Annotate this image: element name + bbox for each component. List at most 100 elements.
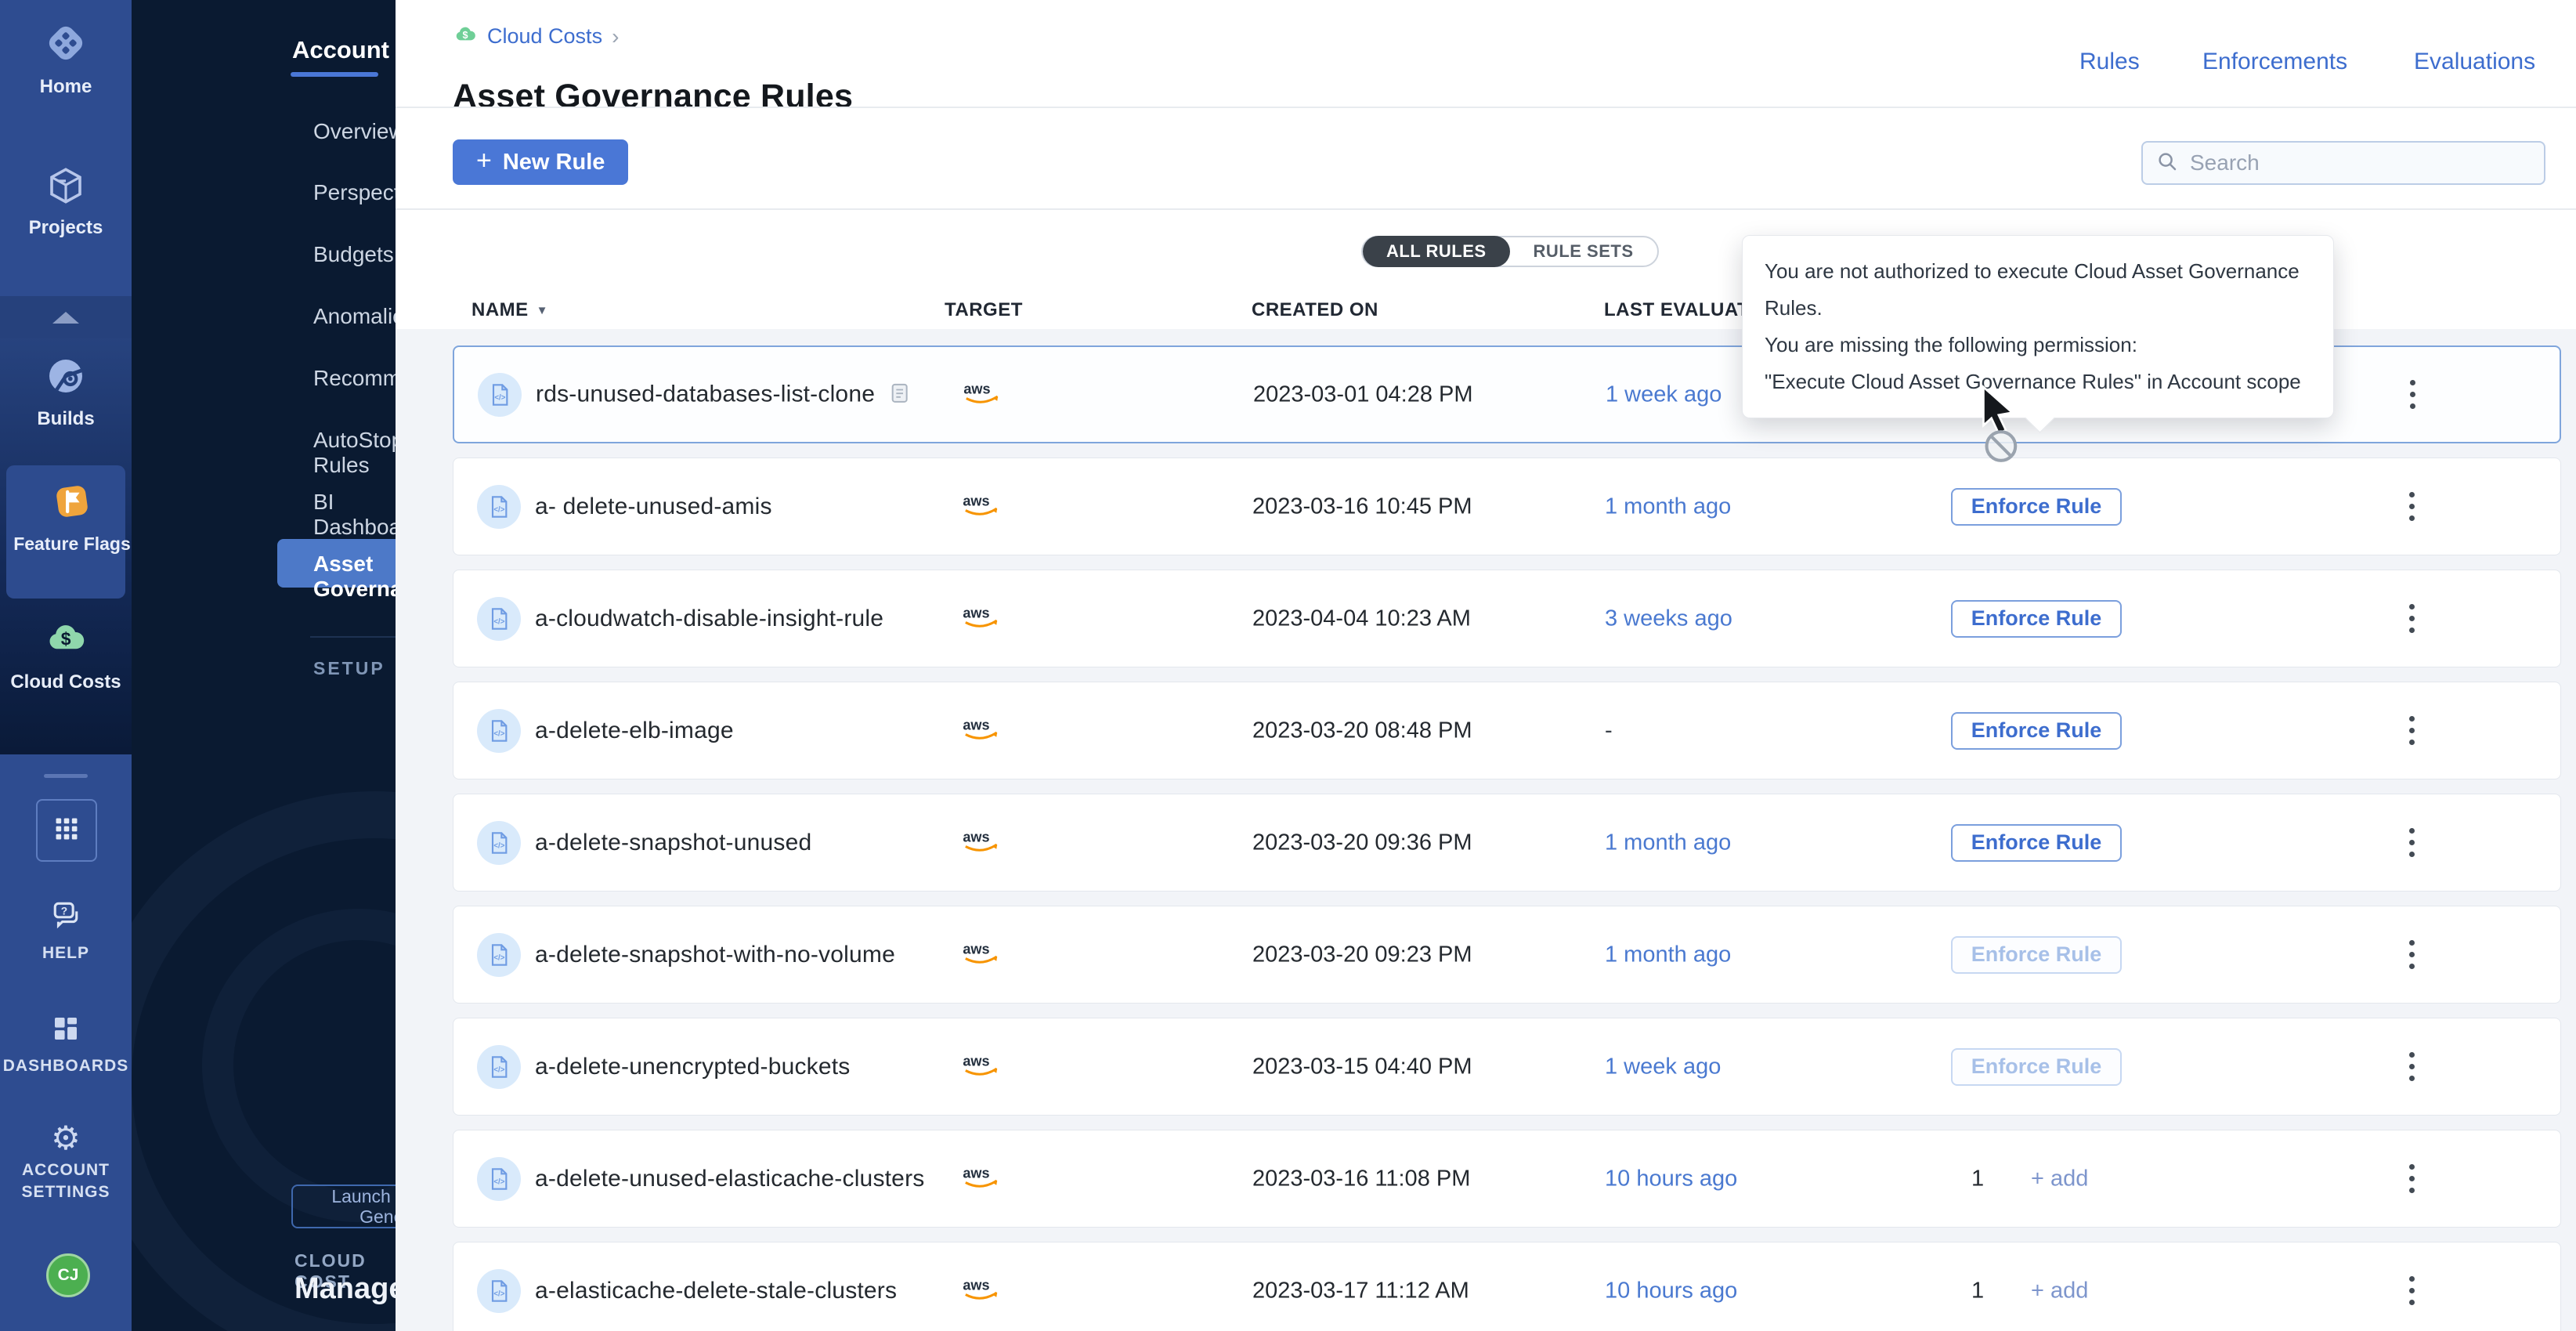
table-row[interactable]: </> a-cloudwatch-disable-insight-rule aw…: [453, 570, 2561, 667]
link-enforcements[interactable]: Enforcements: [2202, 49, 2347, 75]
kebab-menu-button[interactable]: [2394, 930, 2429, 980]
table-row[interactable]: </> a-delete-elb-image aws 2023-03-20 08…: [453, 682, 2561, 779]
copy-icon[interactable]: [887, 380, 912, 409]
search-box[interactable]: [2141, 141, 2545, 185]
created-on-cell: 2023-03-20 08:48 PM: [1252, 718, 1472, 743]
last-evaluation-cell[interactable]: 1 week ago: [1606, 382, 1722, 407]
enforcement-count[interactable]: 1: [1971, 1278, 1984, 1304]
enforce-rule-button[interactable]: Enforce Rule: [1951, 600, 2122, 638]
last-evaluation-cell[interactable]: 1 month ago: [1605, 494, 1731, 519]
aws-target-icon: aws: [961, 827, 1005, 859]
kebab-menu-button[interactable]: [2394, 1042, 2429, 1092]
rail-item-account-settings[interactable]: ⚙ ACCOUNT SETTINGS: [0, 1122, 132, 1203]
kebab-menu-button[interactable]: [2394, 706, 2429, 756]
dashboards-icon: [49, 1012, 82, 1049]
sidebar-item-bi-dashboards[interactable]: BI Dashboards: [313, 490, 396, 540]
last-evaluation-cell[interactable]: 10 hours ago: [1605, 1278, 1737, 1304]
new-rule-button[interactable]: + New Rule: [453, 139, 628, 185]
table-row[interactable]: </> a-delete-snapshot-unused aws 2023-03…: [453, 794, 2561, 892]
column-header-name[interactable]: NAME▼: [471, 299, 548, 321]
enforce-rule-button[interactable]: Enforce Rule: [1951, 936, 2122, 974]
kebab-menu-button[interactable]: [2394, 818, 2429, 868]
tooltip-line: "Execute Cloud Asset Governance Rules" i…: [1765, 363, 2311, 400]
rule-name[interactable]: a-delete-snapshot-with-no-volume: [535, 942, 895, 968]
sidebar-item-anomalies[interactable]: Anomalies: [313, 304, 396, 329]
chevron-up-icon: [52, 312, 79, 324]
rail-item-cloud-costs[interactable]: $ Cloud Costs: [0, 616, 132, 693]
feature-flags-icon: [50, 479, 94, 527]
table-row[interactable]: </> a-elasticache-delete-stale-clusters …: [453, 1242, 2561, 1331]
rule-name[interactable]: a-delete-unencrypted-buckets: [535, 1054, 851, 1080]
kebab-menu-button[interactable]: [2394, 1154, 2429, 1204]
rule-icon: </>: [477, 1045, 521, 1089]
kebab-menu-button[interactable]: [2394, 482, 2429, 532]
last-evaluation-cell[interactable]: -: [1605, 718, 1613, 743]
kebab-menu-button[interactable]: [2394, 1266, 2429, 1316]
enforce-rule-button[interactable]: Enforce Rule: [1951, 712, 2122, 750]
rail-label: ACCOUNT SETTINGS: [7, 1159, 125, 1203]
link-evaluations[interactable]: Evaluations: [2414, 49, 2535, 75]
module-grid-button[interactable]: [36, 799, 97, 862]
rail-item-dashboards[interactable]: DASHBOARDS: [0, 1012, 132, 1077]
created-on-cell: 2023-04-04 10:23 AM: [1252, 606, 1471, 631]
table-row[interactable]: </> a-delete-snapshot-with-no-volume aws…: [453, 906, 2561, 1004]
table-row[interactable]: </> a-delete-unused-elasticache-clusters…: [453, 1130, 2561, 1228]
toggle-rule-sets[interactable]: RULE SETS: [1510, 236, 1657, 267]
tab-account[interactable]: Account: [292, 36, 389, 64]
last-evaluation-cell[interactable]: 3 weeks ago: [1605, 606, 1732, 631]
created-on-cell: 2023-03-16 11:08 PM: [1252, 1166, 1470, 1192]
cloud-costs-icon: $: [43, 616, 89, 665]
enforce-rule-button[interactable]: Enforce Rule: [1951, 1048, 2122, 1086]
sidebar-item-autostopping-rules[interactable]: AutoStopping Rules: [313, 428, 396, 478]
created-on-cell: 2023-03-17 11:12 AM: [1252, 1278, 1469, 1304]
rail-label: Home: [0, 76, 132, 98]
table-row[interactable]: </> a-delete-unencrypted-buckets aws 202…: [453, 1018, 2561, 1116]
rail-label: Projects: [0, 217, 132, 239]
toggle-all-rules[interactable]: ALL RULES: [1363, 236, 1510, 267]
sidebar-item-recommendations[interactable]: Recommendations: [313, 366, 396, 391]
link-rules[interactable]: Rules: [2079, 49, 2140, 75]
last-evaluation-cell[interactable]: 1 month ago: [1605, 830, 1731, 855]
add-enforcement-link[interactable]: + add: [2031, 1278, 2088, 1304]
cloud-costs-sidenav: Account Project Overview Perspectives Bu…: [132, 0, 396, 1331]
rail-drag-handle[interactable]: [44, 774, 88, 778]
launch-ccm-first-gen-button[interactable]: Launch CCM First Generation: [291, 1185, 396, 1228]
rule-name[interactable]: a-cloudwatch-disable-insight-rule: [535, 606, 883, 632]
rail-item-feature-flags[interactable]: Feature Flags: [6, 465, 125, 599]
sidebar-item-asset-governance[interactable]: Asset Governance: [313, 552, 396, 602]
kebab-menu-button[interactable]: [2394, 594, 2429, 644]
search-input[interactable]: [2188, 150, 2531, 176]
rule-name[interactable]: a- delete-unused-amis: [535, 494, 772, 520]
enforcement-count[interactable]: 1: [1971, 1166, 1984, 1192]
sidebar-item-overview[interactable]: Overview: [313, 119, 396, 144]
svg-text:?: ?: [61, 905, 67, 917]
rail-item-help[interactable]: ? HELP: [0, 898, 132, 964]
kebab-menu-button[interactable]: [2395, 370, 2430, 420]
svg-text:</>: </>: [493, 1289, 504, 1298]
rule-name[interactable]: a-delete-elb-image: [535, 718, 734, 744]
last-evaluation-cell[interactable]: 1 week ago: [1605, 1054, 1721, 1080]
rail-scroll-up[interactable]: [0, 296, 132, 338]
rule-icon: </>: [477, 821, 521, 865]
last-evaluation-cell[interactable]: 1 month ago: [1605, 942, 1731, 968]
table-row[interactable]: </> a- delete-unused-amis aws 2023-03-16…: [453, 458, 2561, 555]
created-on-cell: 2023-03-16 10:45 PM: [1252, 494, 1472, 519]
rail-item-builds[interactable]: Builds: [0, 354, 132, 430]
enforce-rule-button[interactable]: Enforce Rule: [1951, 824, 2122, 862]
enforce-rule-button[interactable]: Enforce Rule: [1951, 488, 2122, 526]
rule-name[interactable]: rds-unused-databases-list-clone: [536, 382, 875, 408]
sidebar-item-perspectives[interactable]: Perspectives: [313, 180, 396, 205]
rule-name[interactable]: a-delete-snapshot-unused: [535, 830, 811, 856]
search-icon: [2155, 150, 2179, 177]
rail-item-home[interactable]: Home: [0, 20, 132, 98]
rail-item-projects[interactable]: Projects: [0, 165, 132, 239]
last-evaluation-cell[interactable]: 10 hours ago: [1605, 1166, 1737, 1192]
rail-label: DASHBOARDS: [0, 1055, 132, 1077]
sidebar-item-budgets[interactable]: Budgets: [313, 242, 394, 267]
breadcrumb-link[interactable]: Cloud Costs: [487, 24, 602, 49]
rule-name[interactable]: a-elasticache-delete-stale-clusters: [535, 1278, 897, 1304]
rule-name[interactable]: a-delete-unused-elasticache-clusters: [535, 1166, 924, 1192]
user-avatar[interactable]: CJ: [46, 1253, 90, 1297]
add-enforcement-link[interactable]: + add: [2031, 1166, 2088, 1192]
setup-section-label[interactable]: SETUP: [313, 658, 385, 679]
